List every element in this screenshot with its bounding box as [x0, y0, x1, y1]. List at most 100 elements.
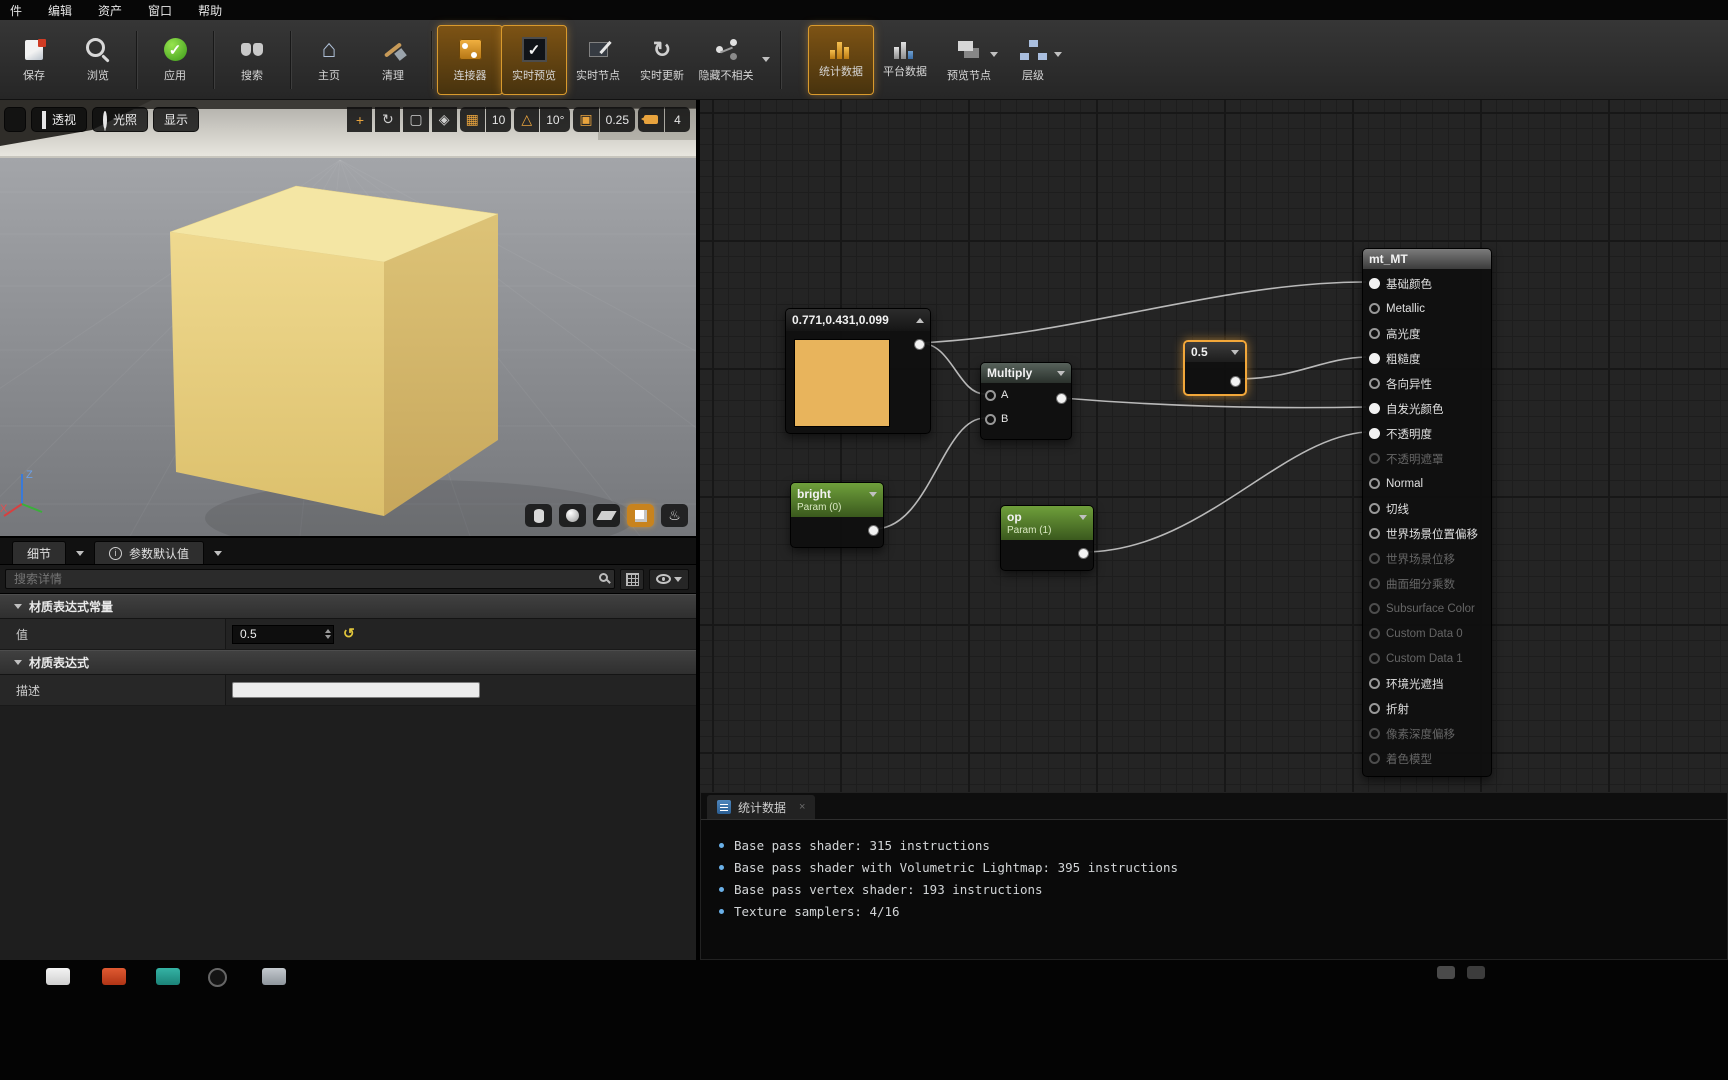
- node-multiply[interactable]: Multiply A B: [980, 362, 1072, 440]
- reset-to-default-icon[interactable]: [343, 625, 355, 643]
- preview-sphere-button[interactable]: [559, 504, 586, 527]
- description-input[interactable]: [232, 682, 480, 698]
- pin-circle[interactable]: [1369, 303, 1380, 314]
- search-details-input[interactable]: [5, 569, 615, 589]
- pin-circle[interactable]: [1369, 428, 1380, 439]
- node-param-bright[interactable]: bright Param (0): [790, 482, 884, 548]
- pin-row-emissive[interactable]: 自发光颜色: [1363, 396, 1491, 421]
- live-update-button[interactable]: 实时更新: [630, 26, 694, 94]
- live-nodes-button[interactable]: 实时节点: [566, 26, 630, 94]
- viewport-options-button[interactable]: [4, 107, 26, 132]
- home-button[interactable]: 主页: [297, 26, 361, 94]
- pin-circle[interactable]: [1369, 378, 1380, 389]
- taskbar-icon-2[interactable]: [102, 968, 126, 985]
- tab-parameter-defaults[interactable]: 参数默认值: [94, 541, 204, 564]
- preview-plane-button[interactable]: [593, 504, 620, 527]
- pin-circle[interactable]: [1369, 278, 1380, 289]
- preview-state-button[interactable]: 预览节点: [937, 26, 1001, 94]
- platform-stats-button[interactable]: 平台数据: [873, 26, 937, 94]
- taskbar-tray-icon-2[interactable]: [1467, 966, 1485, 979]
- output-pin[interactable]: [1230, 376, 1241, 387]
- pin-row-world-position-offset[interactable]: 世界场景位置偏移: [1363, 521, 1491, 546]
- color-swatch[interactable]: [794, 339, 890, 427]
- output-pin[interactable]: [868, 525, 879, 536]
- menu-item-asset[interactable]: 资产: [98, 2, 122, 19]
- pin-row-normal[interactable]: Normal: [1363, 471, 1491, 496]
- taskbar-tray-icon-1[interactable]: [1437, 966, 1455, 979]
- section-material-expression[interactable]: 材质表达式: [0, 650, 696, 675]
- chevron-down-icon[interactable]: [1054, 52, 1062, 57]
- input-pin-b[interactable]: [985, 414, 996, 425]
- pin-row-anisotropy[interactable]: 各向异性: [1363, 371, 1491, 396]
- translate-button[interactable]: +: [347, 107, 372, 132]
- cleanup-button[interactable]: 清理: [361, 26, 425, 94]
- lighting-button[interactable]: 光照: [92, 107, 148, 132]
- section-material-expression-constant[interactable]: 材质表达式常量: [0, 594, 696, 619]
- tab-details[interactable]: 细节: [12, 541, 66, 564]
- save-button[interactable]: 保存: [2, 26, 66, 94]
- material-node-graph[interactable]: 0.771,0.431,0.099 Multiply A B 0.5: [700, 100, 1728, 792]
- collapse-icon[interactable]: [1231, 350, 1239, 355]
- preview-cube-button[interactable]: [627, 504, 654, 527]
- pin-circle[interactable]: [1369, 353, 1380, 364]
- output-pin[interactable]: [1078, 548, 1089, 559]
- coordinate-system-button[interactable]: ◈: [432, 107, 457, 132]
- pin-row-ambient-occlusion[interactable]: 环境光遮挡: [1363, 671, 1491, 696]
- pin-circle[interactable]: [1369, 478, 1380, 489]
- menu-item-edit[interactable]: 编辑: [48, 2, 72, 19]
- pin-circle[interactable]: [1369, 328, 1380, 339]
- pin-row-specular[interactable]: 高光度: [1363, 321, 1491, 346]
- taskbar-icon-1[interactable]: [46, 968, 70, 985]
- menu-item-help[interactable]: 帮助: [198, 2, 222, 19]
- connectors-button[interactable]: 连接器: [438, 26, 502, 94]
- rotation-snap-button[interactable]: △: [514, 107, 539, 132]
- preview-viewport[interactable]: Z X 透视 光照 显示 + ↻ ▢ ◈ ▦ 10 △: [0, 100, 696, 536]
- collapse-icon[interactable]: [869, 492, 877, 497]
- collapse-icon[interactable]: [916, 318, 924, 323]
- search-button[interactable]: 搜索: [220, 26, 284, 94]
- node-material-result[interactable]: mt_MT 基础颜色 Metallic 高光度 粗糙度 各向异性 自发光颜色 不…: [1362, 248, 1492, 777]
- pin-row-roughness[interactable]: 粗糙度: [1363, 346, 1491, 371]
- hide-unrelated-dropdown[interactable]: [758, 26, 774, 94]
- grid-snap-value[interactable]: 10: [486, 107, 511, 132]
- chevron-down-icon[interactable]: [214, 551, 222, 556]
- perspective-button[interactable]: 透视: [31, 107, 87, 132]
- value-input[interactable]: [232, 625, 334, 644]
- menu-item-file[interactable]: 件: [10, 2, 22, 19]
- apply-button[interactable]: 应用: [143, 26, 207, 94]
- hide-unrelated-button[interactable]: 隐藏不相关: [694, 26, 758, 94]
- pin-row-opacity[interactable]: 不透明度: [1363, 421, 1491, 446]
- close-tab-icon[interactable]: ×: [799, 801, 805, 813]
- property-matrix-button[interactable]: [620, 569, 644, 590]
- preview-cylinder-button[interactable]: [525, 504, 552, 527]
- view-options-button[interactable]: [649, 569, 689, 590]
- scale-snap-button[interactable]: ▣: [573, 107, 598, 132]
- chevron-down-icon[interactable]: [990, 52, 998, 57]
- taskbar-icon-4[interactable]: [208, 968, 227, 987]
- pin-row-tangent[interactable]: 切线: [1363, 496, 1491, 521]
- pin-circle[interactable]: [1369, 703, 1380, 714]
- taskbar-icon-5[interactable]: [262, 968, 286, 985]
- output-pin[interactable]: [914, 339, 925, 350]
- pin-row-refraction[interactable]: 折射: [1363, 696, 1491, 721]
- pin-circle[interactable]: [1369, 528, 1380, 539]
- preview-mesh-button[interactable]: [661, 504, 688, 527]
- hierarchy-button[interactable]: 层级: [1001, 26, 1065, 94]
- stats-button[interactable]: 统计数据: [809, 26, 873, 94]
- tab-stats[interactable]: 统计数据 ×: [707, 795, 815, 819]
- collapse-icon[interactable]: [1079, 515, 1087, 520]
- node-constant3vector[interactable]: 0.771,0.431,0.099: [785, 308, 931, 434]
- browse-button[interactable]: 浏览: [66, 26, 130, 94]
- scale-snap-value[interactable]: 0.25: [600, 107, 635, 132]
- pin-row-basecolor[interactable]: 基础颜色: [1363, 271, 1491, 296]
- pin-circle[interactable]: [1369, 678, 1380, 689]
- camera-speed-value[interactable]: 4: [665, 107, 690, 132]
- taskbar-icon-3[interactable]: [156, 968, 180, 985]
- chevron-down-icon[interactable]: [76, 551, 84, 556]
- value-spinner[interactable]: [325, 629, 331, 639]
- node-constant-05[interactable]: 0.5: [1183, 340, 1247, 396]
- rotate-button[interactable]: ↻: [375, 107, 400, 132]
- pin-circle[interactable]: [1369, 403, 1380, 414]
- collapse-icon[interactable]: [1057, 371, 1065, 376]
- pin-row-metallic[interactable]: Metallic: [1363, 296, 1491, 321]
